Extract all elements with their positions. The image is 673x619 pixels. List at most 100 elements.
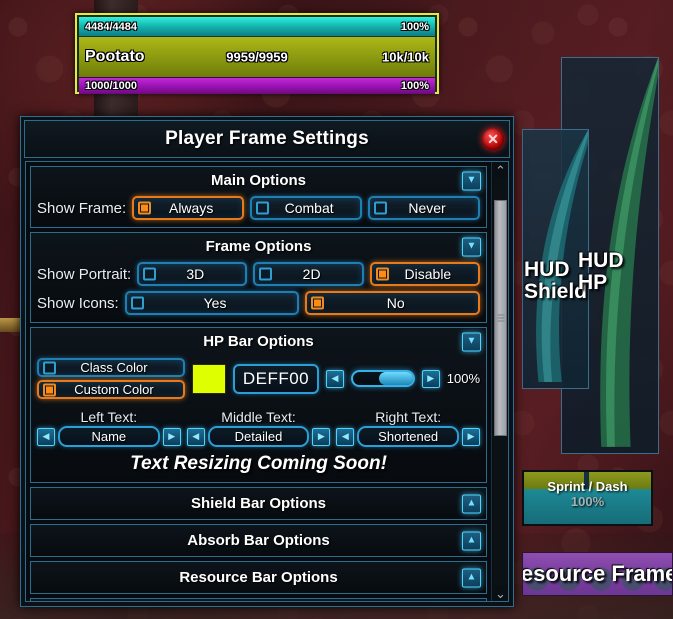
text-resizing-notice: Text Resizing Coming Soon! <box>130 453 387 474</box>
resource-frame-preview[interactable]: Resource Frame <box>522 552 673 596</box>
spinner-middle-text: ◀ Detailed ▶ <box>186 426 331 447</box>
player-shield-bar: 4484/4484 100% <box>79 17 435 37</box>
section-header-resource-bar-options[interactable]: Resource Bar Options ▲ <box>31 562 486 593</box>
vertical-scrollbar[interactable]: ⌃ ⌄ <box>491 162 508 601</box>
section-title-shield-bar-options: Shield Bar Options <box>190 495 326 512</box>
chevron-up-icon[interactable]: ▲ <box>462 568 481 587</box>
middle-text-next-arrow-icon[interactable]: ▶ <box>312 427 331 446</box>
section-title-main-options: Main Options <box>211 172 306 189</box>
radio-show-portrait-disable[interactable]: Disable <box>369 262 481 286</box>
label-show-icons: Show Icons: <box>37 294 119 312</box>
resource-frame-label: Resource Frame <box>522 561 673 586</box>
hp-bar-middle-text: 9959/9959 <box>226 49 288 65</box>
chevron-up-icon[interactable]: ▲ <box>462 494 481 513</box>
radio-show-icons-yes[interactable]: Yes <box>124 291 300 315</box>
alpha-slider-thumb[interactable] <box>378 372 413 385</box>
section-body-frame-options: Show Portrait: 3D 2D Disable Show Icons:… <box>31 260 486 322</box>
section-body-main-options: Show Frame: Always Combat Never <box>31 194 486 227</box>
middle-text-value[interactable]: Detailed <box>207 426 310 447</box>
scroll-down-arrow-icon[interactable]: ⌄ <box>493 586 508 600</box>
right-text-prev-arrow-icon[interactable]: ◀ <box>336 427 355 446</box>
section-header-hp-bar-options[interactable]: HP Bar Options ▼ <box>31 328 486 355</box>
right-text-next-arrow-icon[interactable]: ▶ <box>462 427 481 446</box>
radio-show-frame-never[interactable]: Never <box>368 196 481 220</box>
hp-bar-right-text: 10k/10k <box>382 49 429 65</box>
shield-bar-right-text: 100% <box>400 20 429 33</box>
color-swatch[interactable] <box>192 363 226 394</box>
hp-color-mode-group: Class Color Custom Color <box>37 358 185 399</box>
section-title-frame-options: Frame Options <box>205 238 312 255</box>
label-show-frame: Show Frame: <box>37 199 127 217</box>
spinner-right-text: ◀ Shortened ▶ <box>336 426 481 447</box>
row-show-frame: Show Frame: Always Combat Never <box>37 196 481 220</box>
radio-label: Yes <box>203 295 227 311</box>
chevron-down-icon[interactable]: ▼ <box>462 332 481 351</box>
settings-panel-body: Main Options ▼ Show Frame: Always Combat <box>26 162 491 601</box>
section-resource-bar-options: Resource Bar Options ▲ <box>30 561 487 594</box>
section-header-frame-options[interactable]: Frame Options ▼ <box>31 233 486 260</box>
label-middle-text: Middle Text: <box>221 409 296 425</box>
section-header-main-options[interactable]: Main Options ▼ <box>31 167 486 194</box>
player-hp-bar: Pootato 9959/9959 10k/10k <box>79 37 435 77</box>
radio-indicator-icon <box>138 201 152 215</box>
section-empty-filler <box>30 598 487 601</box>
scroll-up-arrow-icon[interactable]: ⌃ <box>493 163 508 177</box>
radio-show-frame-always[interactable]: Always <box>132 196 245 220</box>
hp-bar-left-text: Pootato <box>85 48 145 65</box>
section-frame-options: Frame Options ▼ Show Portrait: 3D 2D Dis… <box>30 232 487 323</box>
left-text-prev-arrow-icon[interactable]: ◀ <box>37 427 55 446</box>
radio-label: Custom Color <box>74 382 154 397</box>
section-absorb-bar-options: Absorb Bar Options ▲ <box>30 524 487 557</box>
radio-indicator-icon <box>374 201 388 215</box>
chevron-up-icon[interactable]: ▲ <box>462 531 481 550</box>
chevron-down-icon[interactable]: ▼ <box>462 237 481 256</box>
section-header-shield-bar-options[interactable]: Shield Bar Options ▲ <box>31 488 486 519</box>
radio-custom-color[interactable]: Custom Color <box>37 380 185 399</box>
left-text-value[interactable]: Name <box>58 426 160 447</box>
radio-indicator-icon <box>43 383 56 396</box>
alpha-decrease-arrow-icon[interactable]: ◀ <box>326 369 344 388</box>
radio-indicator-icon <box>259 267 273 281</box>
left-text-next-arrow-icon[interactable]: ▶ <box>162 427 181 446</box>
scrollbar-grip-icon <box>497 314 504 322</box>
radio-label: Class Color <box>80 360 148 375</box>
scrollbar-track[interactable] <box>494 178 507 585</box>
sprint-dash-label: Sprint / Dash <box>547 479 628 494</box>
section-header-absorb-bar-options[interactable]: Absorb Bar Options ▲ <box>31 525 486 556</box>
sprint-dash-panel[interactable]: Sprint / Dash 100% <box>522 470 653 526</box>
hud-hp-label-line1: HUD <box>578 249 624 272</box>
hex-color-input[interactable]: DEFF00 <box>233 363 319 394</box>
hud-hp-label: HUD HP <box>578 249 624 294</box>
player-resource-bar: 1000/1000 100% <box>79 77 435 94</box>
window-titlebar: Player Frame Settings ✕ <box>24 120 510 158</box>
scrollbar-thumb[interactable] <box>494 200 507 436</box>
radio-show-portrait-2d[interactable]: 2D <box>253 262 364 286</box>
radio-indicator-icon <box>311 296 325 310</box>
radio-indicator-icon <box>43 361 56 374</box>
radio-show-portrait-3d[interactable]: 3D <box>137 262 248 286</box>
text-selector-labels: Left Text: Middle Text: Right Text: <box>37 409 480 425</box>
chevron-down-icon[interactable]: ▼ <box>462 171 481 190</box>
section-title-absorb-bar-options: Absorb Bar Options <box>187 532 330 549</box>
alpha-increase-arrow-icon[interactable]: ▶ <box>421 369 440 388</box>
alpha-slider[interactable] <box>351 370 415 387</box>
middle-text-prev-arrow-icon[interactable]: ◀ <box>186 427 205 446</box>
section-title-resource-bar-options: Resource Bar Options <box>179 569 338 586</box>
player-frame-settings-window[interactable]: Player Frame Settings ✕ Main Options ▼ S… <box>20 116 514 607</box>
close-icon[interactable]: ✕ <box>482 128 504 150</box>
radio-indicator-icon <box>130 296 144 310</box>
radio-class-color[interactable]: Class Color <box>37 358 185 377</box>
resource-bar-left-text: 1000/1000 <box>85 80 137 92</box>
text-selector-row: ◀ Name ▶ ◀ Detailed ▶ ◀ Shortened ▶ <box>37 426 481 447</box>
player-frame-preview[interactable]: 4484/4484 100% Pootato 9959/9959 10k/10k… <box>75 13 439 94</box>
row-show-portrait: Show Portrait: 3D 2D Disable <box>37 262 481 286</box>
radio-indicator-icon <box>256 201 270 215</box>
right-text-value[interactable]: Shortened <box>357 426 460 447</box>
spinner-left-text: ◀ Name ▶ <box>37 426 181 447</box>
radio-indicator-icon <box>143 267 157 281</box>
radio-show-icons-no[interactable]: No <box>305 291 480 315</box>
label-show-portrait: Show Portrait: <box>37 265 132 283</box>
radio-show-frame-combat[interactable]: Combat <box>250 196 363 220</box>
shield-bar-left-text: 4484/4484 <box>85 20 137 33</box>
section-hp-bar-options: HP Bar Options ▼ Class Color Custom Colo… <box>30 327 487 483</box>
